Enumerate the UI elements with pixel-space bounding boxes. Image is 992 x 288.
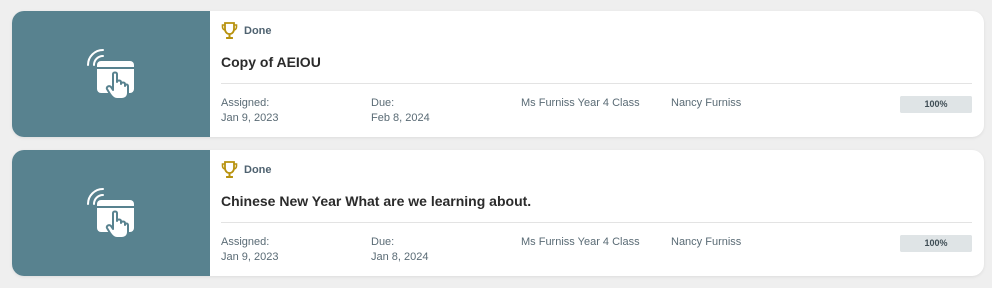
assignment-card[interactable]: Done Chinese New Year What are we learni… [12,150,984,276]
assignment-details: Done Chinese New Year What are we learni… [210,150,984,276]
assignment-details: Done Copy of AEIOU Assigned: Jan 9, 2023… [210,11,984,137]
progress-bar: 100% [900,96,972,113]
assignment-thumbnail[interactable] [12,150,210,276]
due-info: Due: Feb 8, 2024 [371,96,430,126]
teacher-name: Nancy Furniss [671,236,742,248]
status-badge: Done [221,161,272,179]
assignment-title[interactable]: Chinese New Year What are we learning ab… [221,193,531,209]
status-badge: Done [221,22,272,40]
assigned-info: Assigned: Jan 9, 2023 [221,96,279,126]
due-date: Feb 8, 2024 [371,112,430,124]
assigned-date: Jan 9, 2023 [221,112,279,124]
trophy-icon [221,161,238,178]
divider [221,83,972,84]
assigned-label: Assigned: [221,97,270,109]
progress-bar: 100% [900,235,972,252]
tap-screen-icon [87,188,134,238]
progress-label: 100% [924,238,948,248]
class-name: Ms Furniss Year 4 Class [521,236,640,248]
class-name: Ms Furniss Year 4 Class [521,97,640,109]
assigned-date: Jan 9, 2023 [221,251,279,263]
assignment-list: Done Copy of AEIOU Assigned: Jan 9, 2023… [0,0,992,288]
tap-screen-icon [87,49,134,99]
assignment-thumbnail[interactable] [12,11,210,137]
due-date: Jan 8, 2024 [371,251,429,263]
assignment-card[interactable]: Done Copy of AEIOU Assigned: Jan 9, 2023… [12,11,984,137]
divider [221,222,972,223]
trophy-icon [221,22,238,39]
teacher-name: Nancy Furniss [671,97,742,109]
due-label: Due: [371,236,395,248]
assigned-info: Assigned: Jan 9, 2023 [221,235,279,265]
status-label: Done [244,164,272,176]
status-label: Done [244,25,272,37]
assigned-label: Assigned: [221,236,270,248]
due-info: Due: Jan 8, 2024 [371,235,429,265]
progress-label: 100% [924,99,948,109]
due-label: Due: [371,97,395,109]
assignment-title[interactable]: Copy of AEIOU [221,54,321,70]
